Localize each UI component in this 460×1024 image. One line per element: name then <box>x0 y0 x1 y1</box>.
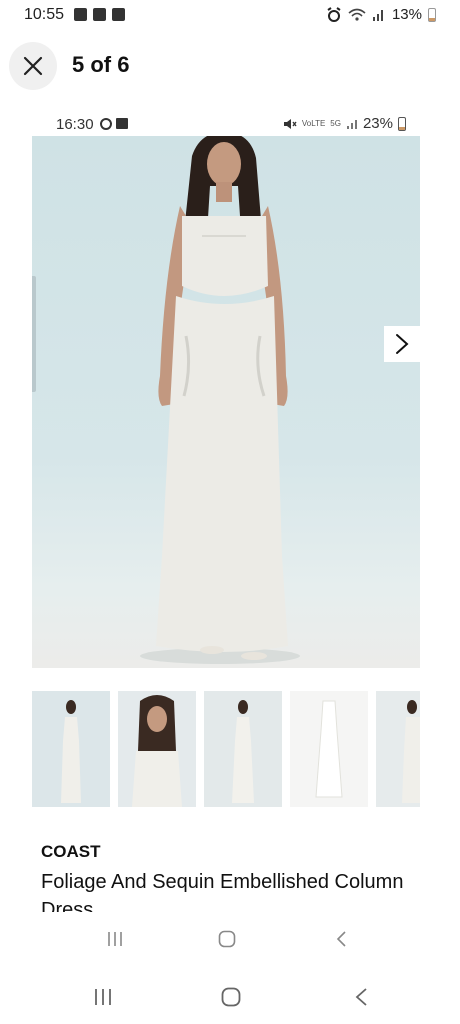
inner-notification-icons <box>100 118 128 130</box>
thumbnail-front-closeup[interactable] <box>118 691 196 807</box>
recents-icon <box>108 932 122 946</box>
mute-icon <box>283 118 297 129</box>
close-button[interactable] <box>9 42 57 90</box>
5g-icon: 5G <box>330 118 341 128</box>
product-title: Foliage And Sequin Embellished Column Dr… <box>41 871 404 912</box>
inner-system-icons: VoLTE 5G 23% <box>283 115 406 132</box>
calendar-notification-icon <box>93 8 106 21</box>
inner-back-button[interactable] <box>326 928 356 950</box>
product-main-image[interactable] <box>32 136 420 668</box>
gallery-notification-icon <box>74 8 87 21</box>
model-photo <box>140 136 300 664</box>
side-scroll-handle[interactable] <box>32 276 36 392</box>
status-bar: 10:55 13% <box>0 0 460 30</box>
inner-battery-percent: 23% <box>362 115 393 132</box>
back-icon <box>355 988 367 1006</box>
inner-signal-icon <box>346 119 357 129</box>
gallery-notification-icon <box>116 118 128 129</box>
thumbnail-strip <box>32 691 420 807</box>
inner-navigation-bar <box>32 920 420 958</box>
battery-percent: 13% <box>391 6 422 23</box>
thumbnail-back-view[interactable] <box>204 691 282 807</box>
close-icon <box>23 56 43 76</box>
inner-home-button[interactable] <box>212 928 242 950</box>
home-button[interactable] <box>214 984 248 1010</box>
circle-notification-icon <box>100 118 112 130</box>
navigation-bar <box>0 972 460 1022</box>
recents-button[interactable] <box>86 984 120 1010</box>
battery-icon <box>428 7 436 22</box>
inner-recents-button[interactable] <box>100 928 130 950</box>
home-icon <box>221 987 241 1007</box>
product-brand: COAST <box>41 842 101 861</box>
alarm-icon <box>327 6 341 22</box>
signal-icon <box>372 9 383 21</box>
next-image-button[interactable] <box>384 326 420 362</box>
back-button[interactable] <box>344 984 378 1010</box>
home-icon <box>218 930 236 948</box>
thumbnail-side-view[interactable] <box>376 691 420 807</box>
recents-icon <box>95 989 111 1005</box>
inner-status-bar: 16:30 VoLTE 5G 23% <box>32 112 420 136</box>
notification-icons <box>74 8 125 21</box>
inner-battery-icon <box>398 116 406 131</box>
wifi-icon <box>348 8 366 21</box>
thumbnail-front-full[interactable] <box>32 691 110 807</box>
image-counter: 5 of 6 <box>72 52 130 77</box>
back-icon <box>336 931 346 947</box>
app-notification-icon <box>112 8 125 21</box>
inner-status-time: 16:30 <box>56 116 94 133</box>
system-icons: 13% <box>326 6 436 23</box>
chevron-right-icon <box>396 334 409 354</box>
volte-icon: VoLTE <box>301 118 326 128</box>
status-time: 10:55 <box>24 6 65 23</box>
thumbnail-flat-lay[interactable] <box>290 691 368 807</box>
viewer-header: 5 of 6 <box>0 40 460 92</box>
